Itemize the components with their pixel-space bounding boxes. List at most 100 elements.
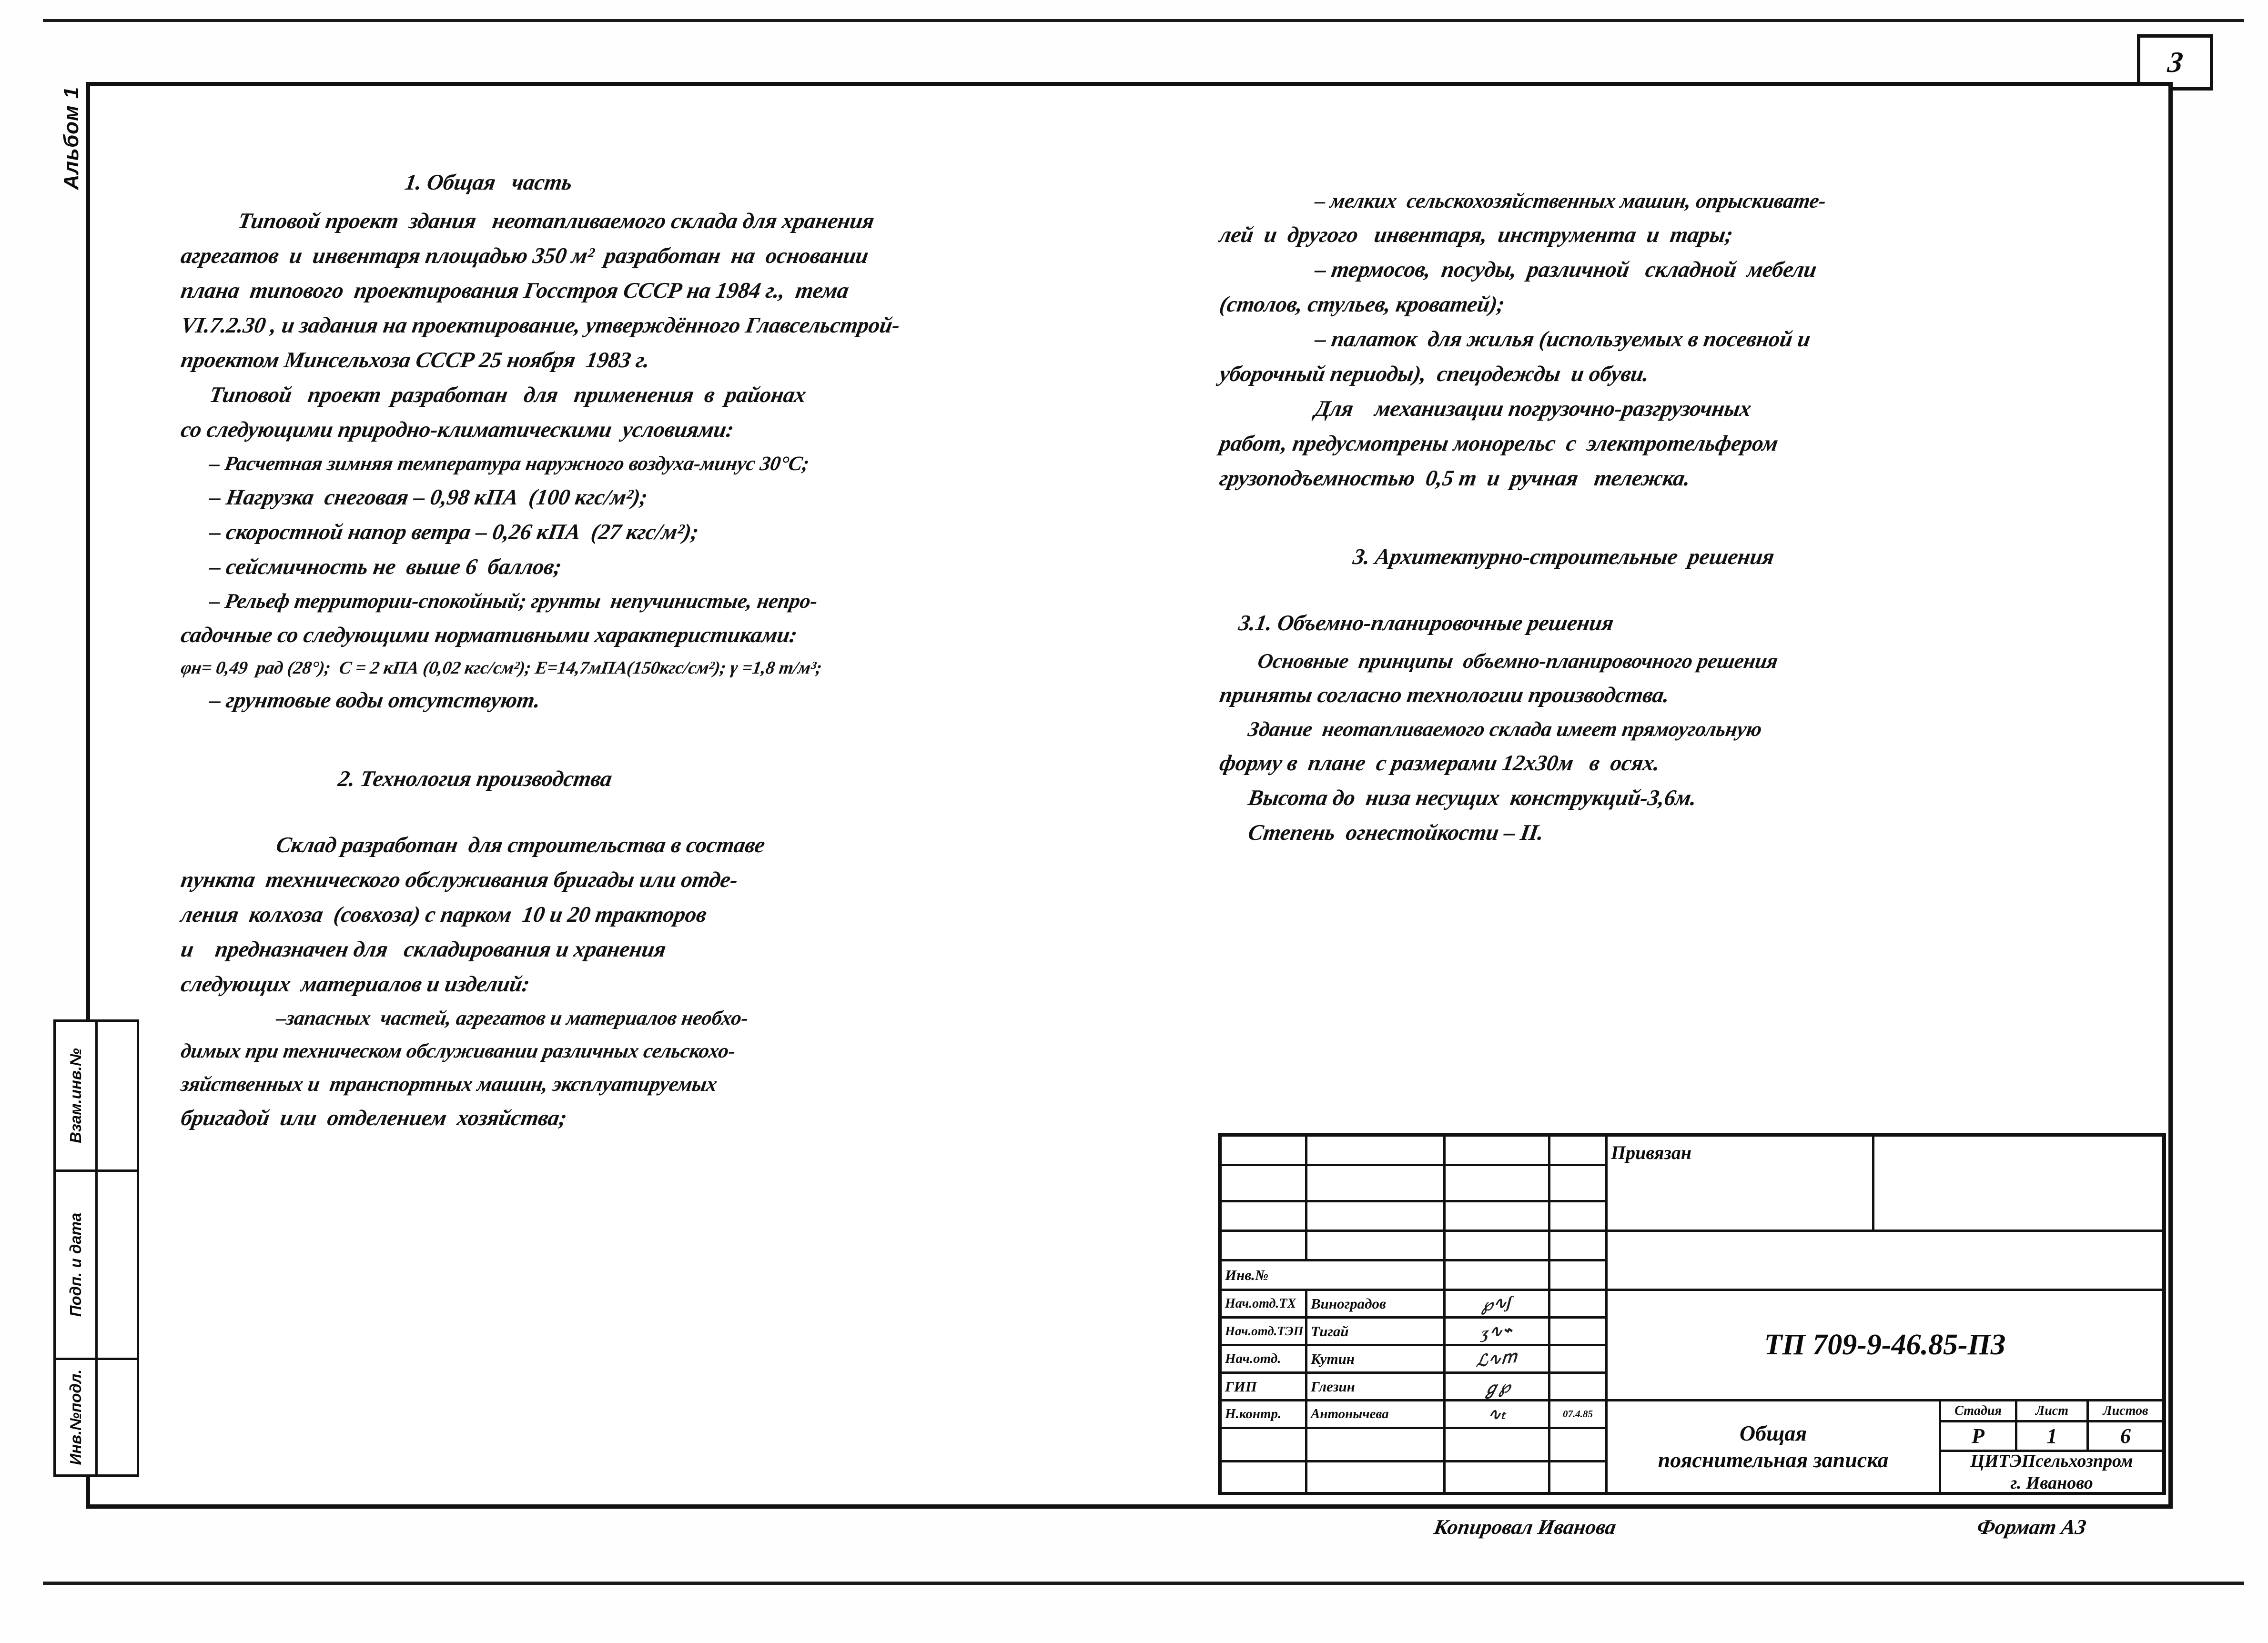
paragraph-line: Степень огнестойкости – II.	[1246, 820, 1546, 845]
sheet-top-rule	[43, 19, 2244, 22]
stamp-grid-cell	[1550, 1166, 1608, 1202]
paragraph-line: Типовой проект разработан для применения…	[207, 383, 808, 407]
paragraph-line: агрегатов и инвентаря площадью 350 м² ра…	[179, 243, 871, 268]
side-strip-label-cell: Подп. и дата	[56, 1172, 98, 1358]
paragraph-line: VI.7.2.30 , и задания на проектирование,…	[179, 313, 902, 338]
paragraph-line: форму в плане с размерами 12х30м в осях.	[1217, 751, 1662, 776]
paragraph-line: грузоподъемностью 0,5 т и ручная тележка…	[1217, 466, 1692, 491]
bullet-line: – Рельеф территории-спокойный; грунты не…	[208, 589, 820, 613]
left-text-column: 1. Общая часть Типовой проект здания нео…	[179, 170, 1201, 1142]
signer-role: Нач.отд.	[1222, 1346, 1307, 1374]
paragraph-line: садочные со следующими нормативными хара…	[179, 623, 799, 647]
side-strip-row-vzam: Взам.инв.№	[53, 1019, 139, 1172]
stamp-grid-cell	[1222, 1137, 1307, 1166]
organisation-city: г. Иваново	[2010, 1473, 2093, 1492]
stamp-grid-cell	[1222, 1462, 1307, 1492]
side-strip-row-podp: Подп. и дата	[53, 1169, 139, 1360]
paragraph-line: Основные принципы объемно-планировочного…	[1256, 649, 1780, 673]
stamp-grid-cell	[1307, 1202, 1446, 1232]
bullet-line: – термосов, посуды, различной складной м…	[1313, 257, 1819, 282]
stamp-grid-cell	[1446, 1261, 1550, 1291]
stamp-grid-cell	[1222, 1202, 1307, 1232]
signer-name: Кутин	[1307, 1346, 1446, 1374]
side-strip-label-podp: Подп. и дата	[66, 1212, 84, 1317]
signer-date	[1550, 1346, 1608, 1374]
signer-date	[1550, 1291, 1608, 1319]
paragraph-line: пункта технического обслуживания бригады…	[179, 867, 740, 892]
stamp-grid-cell	[1550, 1232, 1608, 1261]
privyazan-value-cell	[1874, 1137, 2162, 1232]
stamp-grid-cell	[1307, 1232, 1446, 1261]
paragraph-line: со следующими природно-климатическими ус…	[179, 417, 736, 442]
right-text-column: – мелких сельскохозяйственных машин, опр…	[1217, 189, 2182, 857]
signer-signature: ʒ∿⌁	[1446, 1319, 1550, 1346]
paragraph-line: и предназначен для складирования и хране…	[179, 937, 668, 962]
document-title-line1: Общая	[1739, 1421, 1807, 1445]
section-heading-3: 3. Архитектурно-строительные решения	[1351, 544, 1776, 569]
project-designation: ТП 709-9-46.85-ПЗ	[1608, 1291, 2162, 1401]
side-strip-label-inv: Инв.№подл.	[66, 1369, 84, 1465]
bullet-line: –запасных частей, агрегатов и материалов…	[274, 1007, 750, 1029]
paragraph-line: бригадой или отделением хозяйства;	[179, 1106, 569, 1130]
bullet-line: – палаток для жилья (используемых в посе…	[1313, 327, 1812, 352]
paragraph-line: Склад разработан для строительства в сос…	[274, 833, 767, 857]
privyazan-label: Привязан	[1608, 1137, 1874, 1232]
signer-name: Антонычева	[1307, 1401, 1446, 1429]
stage-value: Р	[1941, 1422, 2017, 1452]
stamp-grid-cell	[1446, 1232, 1550, 1261]
section-heading-2: 2. Технология производства	[336, 766, 614, 791]
bullet-line: – мелких сельскохозяйственных машин, опр…	[1313, 189, 1828, 212]
section-heading-3-1: 3.1. Объемно-планировочные решения	[1236, 611, 1616, 635]
side-strip-label-cell: Взам.инв.№	[56, 1022, 98, 1169]
stamp-grid-cell	[1222, 1232, 1307, 1261]
bullet-line: – сейсмичность не выше 6 баллов;	[207, 554, 564, 579]
paragraph-line: проектом Минсельхоза СССР 25 ноября 1983…	[179, 348, 652, 373]
bullet-line: – скоростной напор ветра – 0,26 кПА (27 …	[207, 520, 700, 544]
sheets-header: Листов	[2089, 1401, 2162, 1422]
stamp-grid-cell	[1550, 1429, 1608, 1462]
stamp-grid-cell	[1446, 1166, 1550, 1202]
document-title-line2: пояснительная записка	[1658, 1448, 1889, 1472]
paragraph-line: приняты согласно технологии производства…	[1217, 683, 1671, 707]
paragraph-line: Высота до низа несущих конструкций-3,6м.	[1246, 786, 1699, 810]
stamp-grid-cell	[1446, 1462, 1550, 1492]
signer-role: Нач.отд.ТХ	[1222, 1291, 1307, 1319]
side-strip-label-cell: Инв.№подл.	[56, 1360, 98, 1474]
signer-signature: ℘∿ʃ	[1446, 1291, 1550, 1319]
soil-parameters-line: φн= 0,49 рад (28°); С = 2 кПА (0,02 кгс/…	[179, 658, 823, 678]
paragraph-line: Здание неотапливаемого склада имеет прям…	[1246, 717, 1764, 741]
paragraph-line: лей и другого инвентаря, инструмента и т…	[1217, 222, 1735, 247]
stamp-grid-cell	[1446, 1137, 1550, 1166]
stamp-grid-cell	[1446, 1202, 1550, 1232]
stamp-grid-cell	[1550, 1261, 1608, 1291]
organisation-block: ЦИТЭПсельхозпром г. Иваново	[1941, 1452, 2162, 1492]
bullet-line: – грунтовые воды отсутствуют.	[207, 688, 542, 713]
organisation-name: ЦИТЭПсельхозпром	[1970, 1452, 2133, 1471]
stamp-grid-cell	[1307, 1429, 1446, 1462]
stamp-grid-cell	[1446, 1429, 1550, 1462]
stamp-grid-cell	[1222, 1166, 1307, 1202]
paragraph-line: уборочный периоды), спецодежды и обуви.	[1217, 362, 1651, 386]
side-strip-label-vzam: Взам.инв.№	[66, 1048, 84, 1143]
album-label: Альбом 1	[60, 86, 83, 190]
paragraph-line: плана типового проектирования Госстроя С…	[179, 278, 851, 303]
paragraph-line: Для механизации погрузочно-разгрузочных	[1313, 396, 1753, 421]
paragraph-line: Типовой проект здания неотапливаемого ск…	[236, 209, 876, 233]
signer-signature: ℒ∿ⅿ	[1446, 1346, 1550, 1374]
stamp-grid-cell	[1608, 1232, 2162, 1291]
stamp-grid-cell	[1307, 1137, 1446, 1166]
signer-date	[1550, 1374, 1608, 1401]
stamp-grid-cell	[1222, 1429, 1307, 1462]
stage-header: Стадия	[1941, 1401, 2017, 1422]
format-label: Формат А3	[1975, 1515, 2088, 1539]
drawing-sheet: 3 Альбом 1 Взам.инв.№ Подп. и дата Инв.№…	[0, 0, 2268, 1643]
sheet-header: Лист	[2017, 1401, 2089, 1422]
signer-name: Виноградов	[1307, 1291, 1446, 1319]
bullet-line: – Нагрузка снеговая – 0,98 кПА (100 кгс/…	[207, 485, 649, 510]
signer-role: Н.контр.	[1222, 1401, 1307, 1429]
signer-role: Нач.отд.ТЭП	[1222, 1319, 1307, 1346]
